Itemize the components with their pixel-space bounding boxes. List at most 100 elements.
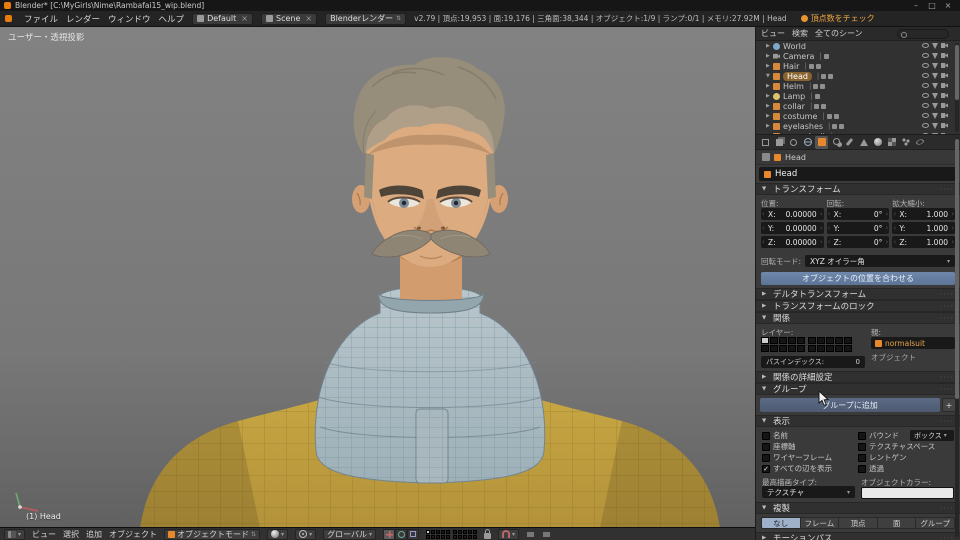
scale-z-field[interactable]: Z:1.000	[892, 236, 956, 248]
render-animation-button[interactable]	[542, 530, 552, 538]
layers-widget[interactable]	[761, 337, 865, 352]
outliner-row-head[interactable]: ▼ Head |	[756, 71, 960, 81]
properties-scrollbar[interactable]	[955, 137, 959, 537]
menu-file[interactable]: ファイル	[24, 13, 58, 25]
draw-type-dropdown[interactable]: テクスチャ ▾	[762, 486, 855, 498]
scene-selector[interactable]: Scene ×	[261, 12, 318, 25]
tab-material[interactable]	[871, 136, 884, 149]
outliner-menu-search[interactable]: 検索	[792, 28, 808, 39]
expand-icon[interactable]: ▶	[766, 93, 773, 99]
visibility-icon[interactable]	[922, 83, 929, 88]
rotation-x-field[interactable]: X:0°	[826, 208, 890, 220]
render-engine-selector[interactable]: Blenderレンダー ⇅	[325, 12, 407, 25]
lock-icon[interactable]	[484, 528, 492, 539]
transform-section-header[interactable]: ▼ トランスフォーム ····	[756, 183, 960, 195]
expand-icon[interactable]: ▶	[766, 63, 773, 69]
delta-transform-section-header[interactable]: ▶ デルタトランスフォーム ····	[756, 288, 960, 300]
duplication-section-header[interactable]: ▼ 複製 ····	[756, 502, 960, 514]
bounds-type-dropdown[interactable]: ボックス ▾	[910, 430, 954, 441]
expand-icon[interactable]: ▶	[766, 53, 773, 59]
maximize-button[interactable]: □	[924, 0, 940, 11]
tab-particles[interactable]	[899, 136, 912, 149]
object-color-swatch[interactable]	[861, 487, 954, 499]
visibility-icon[interactable]	[922, 43, 929, 48]
blender-menu-icon[interactable]	[5, 15, 12, 22]
selectability-icon[interactable]	[932, 113, 938, 119]
scale-manipulator-button[interactable]	[407, 528, 420, 540]
editor-type-selector[interactable]: ▾	[4, 528, 26, 540]
name-checkbox[interactable]	[762, 431, 770, 440]
scene-clear-icon[interactable]: ×	[305, 14, 312, 23]
translate-manipulator-button[interactable]	[383, 528, 396, 540]
tab-constraints[interactable]	[829, 136, 842, 149]
parent-type-value[interactable]: オブジェクト	[871, 352, 955, 363]
outliner-search-input[interactable]	[897, 28, 949, 39]
outliner-scrollbar[interactable]	[955, 43, 959, 132]
3d-viewport-scene[interactable]	[0, 27, 755, 527]
parent-field[interactable]: normalsuit	[871, 337, 955, 349]
motion-paths-section-header[interactable]: ▶ モーションパス ····	[756, 532, 960, 540]
renderability-icon[interactable]	[941, 83, 948, 88]
renderability-icon[interactable]	[941, 73, 948, 78]
expand-icon[interactable]: ▶	[766, 103, 773, 109]
expand-icon[interactable]: ▶	[766, 123, 773, 129]
menu-help[interactable]: ヘルプ	[159, 13, 185, 25]
viewport-layers-widget[interactable]	[426, 529, 478, 539]
footer-menu-view[interactable]: ビュー	[32, 529, 56, 540]
dup-none-button[interactable]: なし	[761, 517, 801, 529]
visibility-icon[interactable]	[922, 73, 929, 78]
tab-world[interactable]	[801, 136, 814, 149]
selectability-icon[interactable]	[932, 123, 938, 129]
orientation-selector[interactable]: グローバル ▾	[323, 528, 377, 540]
render-still-button[interactable]	[526, 530, 536, 538]
outliner-display-mode[interactable]: 全てのシーン	[815, 28, 863, 39]
outliner-row-collar[interactable]: ▶ collar |	[756, 101, 960, 111]
visibility-icon[interactable]	[922, 53, 929, 58]
groups-section-header[interactable]: ▼ グループ ····	[756, 383, 960, 395]
tab-render-layers[interactable]	[773, 136, 786, 149]
tab-render[interactable]	[759, 136, 772, 149]
renderability-icon[interactable]	[941, 93, 948, 98]
footer-menu-add[interactable]: 追加	[86, 529, 102, 540]
viewport-shading-selector[interactable]: ▾	[267, 528, 289, 540]
3d-viewport[interactable]: ユーザー・透視投影 (1) Head	[0, 27, 755, 527]
tab-texture[interactable]	[885, 136, 898, 149]
display-section-header[interactable]: ▼ 表示 ····	[756, 415, 960, 427]
rotate-manipulator-button[interactable]	[395, 528, 408, 540]
renderability-icon[interactable]	[941, 63, 948, 68]
selectability-icon[interactable]	[932, 103, 938, 109]
tab-object-data[interactable]	[857, 136, 870, 149]
close-button[interactable]: ×	[940, 0, 956, 11]
rotation-y-field[interactable]: Y:0°	[826, 222, 890, 234]
footer-menu-select[interactable]: 選択	[63, 529, 79, 540]
tab-physics[interactable]	[913, 136, 926, 149]
relations-section-header[interactable]: ▼ 関係 ····	[756, 312, 960, 324]
renderability-icon[interactable]	[941, 123, 948, 128]
expand-icon[interactable]: ▶	[766, 83, 773, 89]
wireframe-checkbox[interactable]	[762, 453, 770, 462]
add-to-group-button[interactable]: グループに追加	[760, 398, 940, 412]
axis-checkbox[interactable]	[762, 442, 770, 451]
bounds-checkbox[interactable]	[858, 431, 866, 440]
snap-selector[interactable]: ▾	[498, 528, 520, 540]
outliner-menu-view[interactable]: ビュー	[761, 28, 785, 39]
pass-index-field[interactable]: パスインデックス: 0	[761, 356, 865, 368]
outliner-row-lamp[interactable]: ▶ Lamp |	[756, 91, 960, 101]
outliner-row-hair[interactable]: ▶ Hair |	[756, 61, 960, 71]
visibility-icon[interactable]	[922, 113, 929, 118]
align-object-button[interactable]: オブジェクトの位置を合わせる	[761, 272, 955, 285]
scale-x-field[interactable]: X:1.000	[892, 208, 956, 220]
new-group-button[interactable]: +	[942, 398, 956, 412]
menu-window[interactable]: ウィンドウ	[108, 13, 151, 25]
selectability-icon[interactable]	[932, 43, 938, 49]
tab-modifiers[interactable]	[843, 136, 856, 149]
menu-render[interactable]: レンダー	[66, 13, 100, 25]
xray-checkbox[interactable]	[858, 453, 866, 462]
outliner-row-camera[interactable]: ▶ Camera |	[756, 51, 960, 61]
pivot-selector[interactable]: ▾	[295, 528, 317, 540]
screen-layout-clear-icon[interactable]: ×	[241, 14, 248, 23]
visibility-icon[interactable]	[922, 103, 929, 108]
mode-selector[interactable]: オブジェクトモード ⇅	[164, 528, 261, 540]
texture-space-checkbox[interactable]	[858, 442, 866, 451]
draw-all-edges-checkbox[interactable]: ✓	[762, 464, 770, 473]
